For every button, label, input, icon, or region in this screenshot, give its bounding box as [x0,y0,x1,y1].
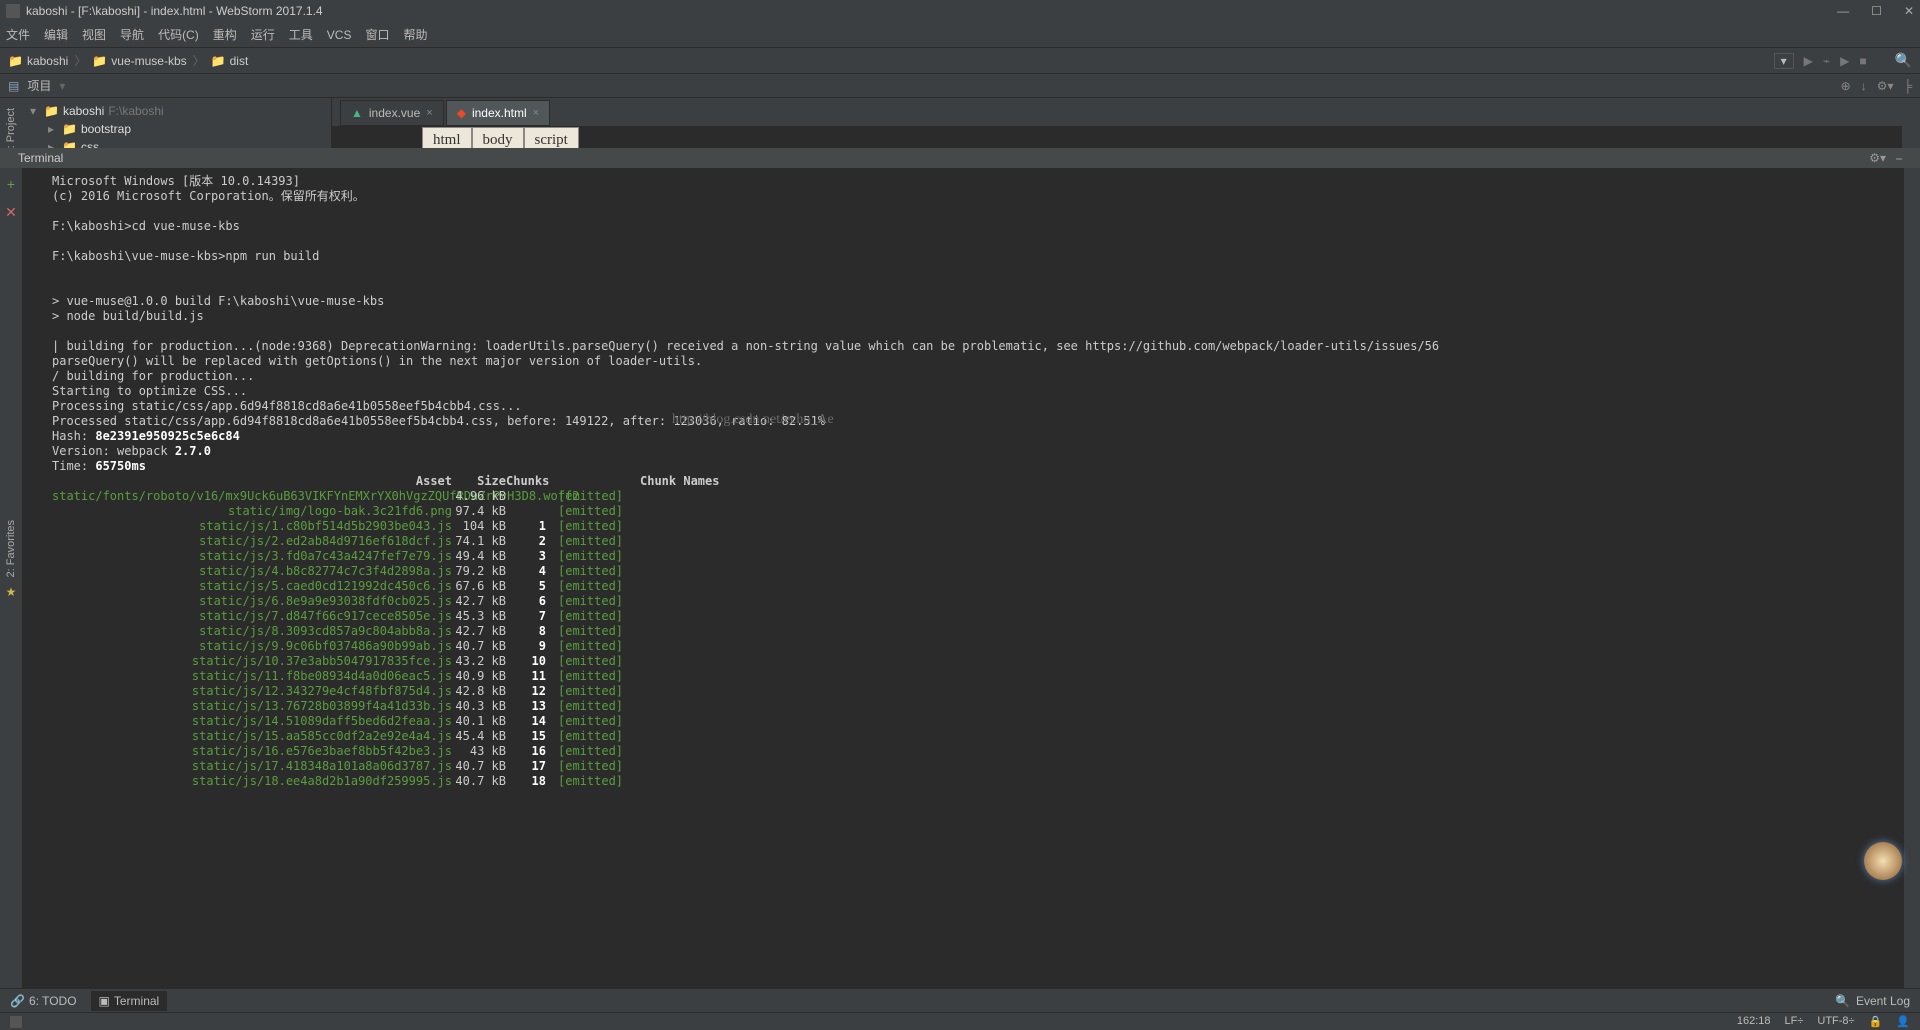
tree-node-bootstrap[interactable]: ▸📁 bootstrap [22,120,331,138]
close-icon[interactable]: × [533,107,539,119]
terminal-title: Terminal [18,151,63,165]
terminal-header: Terminal ⚙▾ ⎯ [0,148,1920,168]
close-icon[interactable]: × [426,107,432,119]
menu-导航[interactable]: 导航 [120,26,144,43]
menu-帮助[interactable]: 帮助 [403,26,427,43]
run-icon[interactable]: ▶ [1804,54,1813,68]
project-header-label: 项目 [27,77,51,94]
tab-index.vue[interactable]: ▲index.vue× [340,100,444,126]
asset-row: static/js/10.37e3abb5047917835fce.js43.2… [52,654,1894,669]
debug-icon[interactable]: ⌁ [1823,54,1830,68]
asset-row: static/js/1.c80bf514d5b2903be043.js104 k… [52,519,1894,534]
left-gutter-bottom: 2: Favorites ★ [0,520,22,599]
menubar: 文件编辑视图导航代码(C) 重构运行工具 VCS 窗口帮助 [0,22,1920,48]
breadcrumb-vue-muse-kbs[interactable]: 📁vue-muse-kbs [92,54,186,68]
asset-row: static/js/3.fd0a7c43a4247fef7e79.js49.4 … [52,549,1894,564]
terminal-panel: Terminal ⚙▾ ⎯ + ✕ http://blog.csdn.net/e… [0,148,1920,988]
asset-row: static/js/9.9c06bf037486a90b99ab.js40.7 … [52,639,1894,654]
menu-运行[interactable]: 运行 [251,26,275,43]
menu-代码(C)[interactable]: 代码(C) [158,26,199,43]
menu-文件[interactable]: 文件 [6,26,30,43]
encoding[interactable]: UTF-8÷ [1817,1015,1854,1028]
close-button[interactable]: ✕ [1904,4,1914,18]
asset-row: static/js/7.d847f66c917cece8505e.js45.3 … [52,609,1894,624]
asset-row: static/js/17.418348a101a8a06d3787.js40.7… [52,759,1894,774]
asset-row: static/fonts/roboto/v16/mx9Uck6uB63VIKFY… [52,489,1894,504]
hide-icon[interactable]: ╞ [1903,79,1912,93]
watermark: http://blog.csdn.net/echo_Ae [672,412,834,427]
search-icon[interactable]: 🔍 [1895,52,1912,69]
collapse-icon[interactable]: ⊕ [1841,79,1851,93]
event-log[interactable]: Event Log [1856,994,1910,1008]
menu-重构[interactable]: 重构 [213,26,237,43]
lock-icon[interactable]: 🔒 [1869,1015,1883,1028]
asset-row: static/js/11.f8be08934d4a0d06eac5.js40.9… [52,669,1894,684]
menu-编辑[interactable]: 编辑 [44,26,68,43]
editor-tabs: ▲index.vue×◆index.html× [332,98,1902,126]
terminal-add-icon[interactable]: + [7,176,15,192]
link-icon: 🔗 [10,994,25,1008]
event-log-icon: 🔍 [1835,994,1850,1008]
line-ending[interactable]: LF÷ [1785,1015,1804,1028]
stop-icon[interactable]: ■ [1859,54,1866,68]
asset-row: static/img/logo-bak.3c21fd6.png97.4 kB[e… [52,504,1894,519]
float-avatar[interactable] [1864,842,1902,880]
terminal-icon: ▣ [99,994,110,1008]
asset-row: static/js/13.76728b03899f4a41d33b.js40.3… [52,699,1894,714]
menu-工具[interactable]: 工具 [289,26,313,43]
scroll-icon[interactable]: ↓ [1861,79,1867,93]
breadcrumb-dist[interactable]: 📁dist [211,54,249,68]
asset-row: static/js/6.8e9a9e93038fdf0cb025.js42.7 … [52,594,1894,609]
terminal-close-icon[interactable]: ✕ [5,204,17,221]
todo-tool[interactable]: 🔗 6: TODO [10,994,77,1008]
tree-root[interactable]: ▾📁 kaboshi F:\kaboshi [22,102,331,120]
asset-row: static/js/2.ed2ab84d9716ef618dcf.js74.1 … [52,534,1894,549]
terminal-hide-icon[interactable]: ⎯ [1896,151,1902,166]
asset-row: static/js/14.51089daff5bed6d2feaa.js40.1… [52,714,1894,729]
terminal-vscroll[interactable] [1904,168,1920,988]
folder-icon: 📁 [92,54,107,68]
window-title: kaboshi - [F:\kaboshi] - index.html - We… [26,4,323,18]
tool-favorites[interactable]: 2: Favorites [5,520,17,577]
titlebar: kaboshi - [F:\kaboshi] - index.html - We… [0,0,1920,22]
asset-row: static/js/15.aa585cc0df2a2e92e4a4.js45.4… [52,729,1894,744]
maximize-button[interactable]: ☐ [1871,4,1882,18]
folder-icon: 📁 [211,54,226,68]
star-icon: ★ [6,585,17,599]
vue-icon: ▲ [351,106,363,120]
asset-row: static/js/4.b8c82774c7c3f4d2898a.js79.2 … [52,564,1894,579]
menu-视图[interactable]: 视图 [82,26,106,43]
asset-row: static/js/12.343279e4cf48fbf875d4.js42.8… [52,684,1894,699]
terminal-body[interactable]: http://blog.csdn.net/echo_Ae Microsoft W… [22,168,1904,988]
run-config-dropdown[interactable]: ▾ [1774,53,1794,69]
breadcrumb-bar: 📁kaboshi〉📁vue-muse-kbs〉📁dist ▾ ▶ ⌁ ▶ ■ 🔍 [0,48,1920,74]
menu-窗口[interactable]: 窗口 [365,26,389,43]
settings-icon[interactable]: ⚙▾ [1877,79,1894,93]
asset-row: static/js/5.caed0cd121992dc450c6.js67.6 … [52,579,1894,594]
tab-index.html[interactable]: ◆index.html× [446,100,550,126]
breadcrumb-kaboshi[interactable]: 📁kaboshi [8,54,68,68]
inspection-icon[interactable]: 👤 [1896,1015,1910,1028]
asset-row: static/js/8.3093cd857a9c804abb8a.js42.7 … [52,624,1894,639]
statusbar: 162:18 LF÷ UTF-8÷ 🔒 👤 [0,1012,1920,1030]
html-icon: ◆ [457,106,466,120]
coverage-icon[interactable]: ▶ [1840,54,1849,68]
caret-pos: 162:18 [1737,1015,1771,1028]
status-icon[interactable] [10,1016,22,1028]
terminal-settings-icon[interactable]: ⚙▾ [1869,151,1886,166]
terminal-tool[interactable]: ▣ Terminal [91,991,168,1011]
project-header: ▤ 项目 ▾ ⊕ ↓ ⚙▾ ╞ [0,74,1920,98]
minimize-button[interactable]: — [1837,4,1849,18]
asset-row: static/js/16.e576e3baef8bb5f42be3.js43 k… [52,744,1894,759]
asset-row: static/js/18.ee4a8d2b1a90df259995.js40.7… [52,774,1894,789]
menu-VCS[interactable]: VCS [327,28,352,42]
bottom-toolbar: 🔗 6: TODO ▣ Terminal 🔍 Event Log [0,988,1920,1012]
app-icon [6,4,20,18]
folder-icon: 📁 [8,54,23,68]
